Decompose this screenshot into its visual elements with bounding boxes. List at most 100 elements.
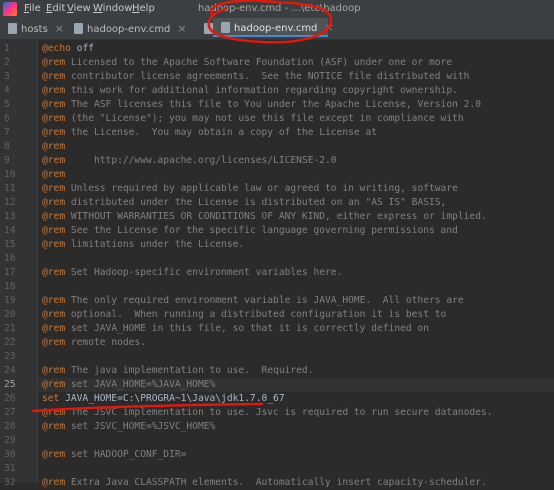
code-line[interactable]: @rem The ASF licenses this file to You u… [38,98,554,112]
code-line[interactable]: @echo off [38,42,554,56]
code-keyword: @rem [42,155,66,166]
menu-edit[interactable]: Edit [46,2,65,16]
code-line[interactable]: @rem the License. You may obtain a copy … [38,126,554,140]
code-line[interactable]: @rem contributor license agreements. See… [38,70,554,84]
menu-window[interactable]: Window [93,2,132,16]
code-line[interactable]: @rem Licensed to the Apache Software Fou… [38,56,554,70]
line-number: 3 [4,71,10,82]
code-text: limitations under the License. [65,239,245,250]
code-keyword: @rem [42,337,66,348]
code-line[interactable]: @rem WITHOUT WARRANTIES OR CONDITIONS OF… [38,210,554,224]
line-number: 22 [4,337,16,348]
line-number: 20 [4,309,16,320]
line-number: 17 [4,267,16,278]
code-text: set JSVC_HOME=%JSVC_HOME% [65,421,216,432]
code-line[interactable]: @rem [38,140,554,154]
editor-tab-3[interactable]: hadoop-env.cmd × [213,18,334,37]
code-keyword: @rem [42,141,66,152]
code-text: WITHOUT WARRANTIES OR CONDITIONS OF ANY … [65,211,487,222]
code-text: The java implementation to use. Required… [65,365,314,376]
app-logo-icon [3,2,17,16]
code-keyword: @rem [42,449,66,460]
code-line[interactable]: @rem set HADOOP_CONF_DIR= [38,448,554,462]
code-text: distributed under the License is distrib… [65,197,447,208]
line-number: 23 [4,351,16,362]
code-keyword: @rem [42,309,66,320]
code-line[interactable]: @rem distributed under the License is di… [38,196,554,210]
code-line[interactable] [38,434,554,448]
code-text: Licensed to the Apache Software Foundati… [65,57,453,68]
code-line[interactable]: @rem The only required environment varia… [38,294,554,308]
close-tab-icon[interactable]: × [324,21,333,34]
editor-tab-0[interactable]: hosts × [0,18,64,39]
code-line[interactable]: @rem (the "License"); you may not use th… [38,112,554,126]
code-line[interactable]: @rem [38,168,554,182]
line-number: 30 [4,449,16,460]
close-tab-icon[interactable]: × [177,22,186,35]
code-keyword: @rem [42,267,66,278]
code-line[interactable]: @rem set JSVC_HOME=%JSVC_HOME% [38,420,554,434]
code-text: (the "License"); you may not use this fi… [65,113,464,124]
code-keyword: set [42,393,60,404]
code-line[interactable]: @rem set JAVA_HOME=%JAVA_HOME% [38,378,554,392]
line-number: 16 [4,253,16,264]
code-line[interactable]: @rem limitations under the License. [38,238,554,252]
code-line[interactable]: @rem The JSVC implementation to use. Jsv… [38,406,554,420]
line-number: 9 [4,155,10,166]
code-keyword: @rem [42,239,66,250]
code-keyword: @rem [42,421,66,432]
code-keyword: @rem [42,365,66,376]
close-tab-icon[interactable]: × [55,22,64,35]
code-keyword: @rem [42,183,66,194]
code-line[interactable]: @rem The java implementation to use. Req… [38,364,554,378]
code-line[interactable] [38,350,554,364]
code-line[interactable]: @rem See the License for the specific la… [38,224,554,238]
menu-help[interactable]: Help [132,2,155,16]
line-number: 5 [4,99,10,110]
code-line[interactable]: set JAVA_HOME=C:\PROGRA~1\Java\jdk1.7.0_… [38,392,554,406]
code-line[interactable]: @rem http://www.apache.org/licenses/LICE… [38,154,554,168]
line-number: 21 [4,323,16,334]
code-keyword: @rem [42,379,66,390]
line-number: 7 [4,127,10,138]
code-keyword: @rem [42,71,66,82]
line-number-gutter: 1 2 3 4 5 6 7 8 9 10 11 12 13 14 15 16 17 18 19 20 21 22 23 24 2… [0,40,38,488]
line-number: 4 [4,85,10,96]
code-line[interactable]: @rem Extra Java CLASSPATH elements. Auto… [38,476,554,490]
code-editor[interactable]: @echo off @rem Licensed to the Apache Sof… [38,40,554,488]
code-keyword: @rem [42,225,66,236]
code-text: set JAVA_HOME in this file, so that it i… [65,323,429,334]
line-number: 18 [4,281,16,292]
code-text: http://www.apache.org/licenses/LICENSE-2… [65,155,337,166]
code-line[interactable]: @rem this work for additional informatio… [38,84,554,98]
line-number: 1 [4,43,10,54]
line-number: 19 [4,295,16,306]
code-text: contributor license agreements. See the … [65,71,470,82]
editor-tab-1[interactable]: hadoop-env.cmd × [66,18,192,39]
line-number: 10 [4,169,16,180]
code-keyword: @rem [42,211,66,222]
code-line[interactable]: @rem Set Hadoop-specific environment var… [38,266,554,280]
line-number: 29 [4,435,16,446]
line-number: 28 [4,421,16,432]
code-keyword: @rem [42,57,66,68]
code-text: this work for additional information reg… [65,85,458,96]
code-line[interactable] [38,462,554,476]
line-number: 12 [4,197,16,208]
code-keyword: @rem [42,127,66,138]
line-number: 25 [4,379,16,390]
code-text: Unless required by applicable law or agr… [65,183,458,194]
line-number: 32 [4,477,16,488]
code-keyword: @rem [42,407,66,418]
code-line[interactable]: @rem remote nodes. [38,336,554,350]
tab-label: hadoop-env.cmd [87,24,171,35]
menu-view[interactable]: View [67,2,91,16]
code-line[interactable] [38,280,554,294]
code-line[interactable]: @rem optional. When running a distribute… [38,308,554,322]
code-line[interactable]: @rem set JAVA_HOME in this file, so that… [38,322,554,336]
line-number: 13 [4,211,16,222]
code-keyword: @rem [42,85,66,96]
menu-file[interactable]: File [24,2,41,16]
code-line[interactable] [38,252,554,266]
code-line[interactable]: @rem Unless required by applicable law o… [38,182,554,196]
